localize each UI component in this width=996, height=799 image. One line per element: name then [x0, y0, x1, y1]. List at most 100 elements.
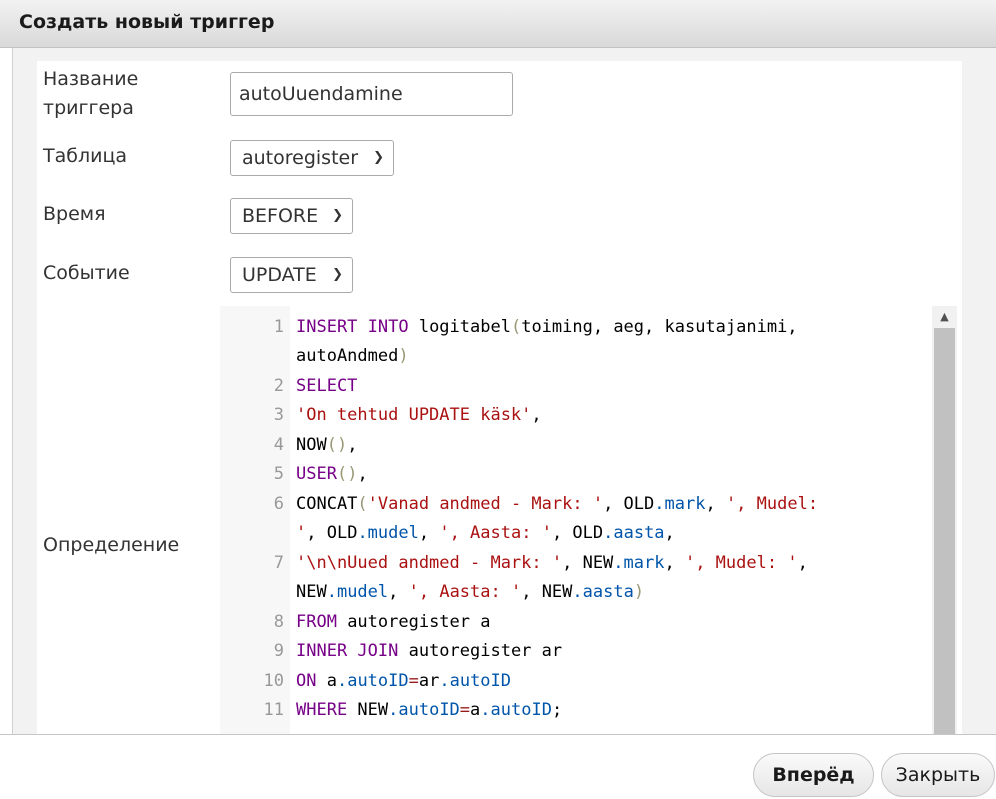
code-text: ,: [705, 494, 726, 514]
code-text: ,: [388, 582, 409, 602]
dialog-titlebar[interactable]: Создать новый триггер: [0, 0, 996, 48]
code-text: autoregister a: [336, 612, 491, 632]
code-text: a: [470, 700, 481, 720]
code-line: ', OLD.mudel, ', Aasta: ', OLD.aasta,: [296, 519, 856, 549]
sql-keyword: WHERE: [296, 700, 348, 720]
chevron-down-icon: ❯: [332, 267, 343, 282]
code-text: ,: [531, 405, 542, 425]
code-line: CONCAT('Vanad andmed - Mark: ', OLD.mark…: [296, 490, 856, 520]
sql-string: ', Aasta: ': [439, 523, 552, 543]
code-line: NOW(),: [296, 431, 856, 461]
sql-keyword: ON: [296, 671, 317, 691]
sql-operator: =: [459, 700, 471, 720]
time-select[interactable]: BEFORE ❯: [230, 198, 353, 234]
code-text: ,: [347, 435, 358, 455]
code-line: NEW.mudel, ', Aasta: ', NEW.aasta): [296, 578, 856, 608]
sql-column: .mudel: [357, 523, 419, 543]
line-number: 6: [273, 494, 284, 514]
definition-code-editor[interactable]: 1 2 3 4 5 6 7 8 9 10 11 INSERT INTO logi…: [220, 306, 957, 734]
sql-operator: =: [408, 671, 419, 691]
close-button[interactable]: Закрыть: [881, 753, 995, 797]
code-bracket: (): [336, 464, 358, 484]
sql-string: ', Mudel: ': [684, 553, 798, 573]
trigger-name-input[interactable]: [230, 72, 513, 116]
code-text: ;: [551, 700, 563, 720]
line-number: 1: [273, 317, 284, 337]
sql-string: ', Aasta: ': [408, 582, 522, 602]
code-line: INSERT INTO logitabel(toiming, aeg, kasu…: [296, 313, 856, 343]
code-text: ,: [664, 553, 685, 573]
sql-column: .aasta: [603, 523, 665, 543]
code-text: ,: [664, 523, 675, 543]
sql-keyword: USER: [296, 464, 337, 484]
code-text: NOW: [296, 435, 327, 455]
code-text: a: [316, 671, 337, 691]
dialog-title: Создать новый триггер: [19, 11, 275, 33]
table-select-value: autoregister: [242, 147, 359, 169]
code-line: INNER JOIN autoregister ar: [296, 637, 856, 667]
code-line: ON a.autoID=ar.autoID: [296, 667, 856, 697]
sql-keyword: SELECT: [296, 376, 358, 396]
sql-column: .mark: [654, 494, 706, 514]
code-bracket: (: [357, 494, 368, 514]
line-number: 3: [273, 405, 284, 425]
sql-column: .autoID: [336, 671, 409, 691]
code-text: ,: [357, 464, 368, 484]
sql-column: .autoID: [388, 700, 460, 720]
code-line: 'On tehtud UPDATE käsk',: [296, 401, 856, 431]
code-text: autoregister ar: [398, 641, 563, 661]
sql-column: .mudel: [326, 582, 389, 602]
code-text: NEW: [296, 582, 327, 602]
sql-string: 'On tehtud UPDATE käsk': [296, 405, 532, 425]
code-text: NEW: [347, 700, 389, 720]
sql-keyword: FROM: [296, 612, 337, 632]
sql-column: .autoID: [439, 671, 512, 691]
code-line: USER(),: [296, 460, 856, 490]
code-text: CONCAT: [296, 494, 358, 514]
forward-button[interactable]: Вперёд: [753, 753, 874, 797]
sql-string: '\n\nUued andmed - Mark: ': [296, 553, 563, 573]
definition-label: Определение: [43, 534, 180, 556]
scroll-up-arrow-icon[interactable]: ▲: [932, 306, 957, 328]
line-number: 7: [273, 553, 284, 573]
line-number: 8: [273, 612, 284, 632]
code-text: toiming, aeg, kasutajanimi,: [521, 317, 798, 337]
sql-string: ', Mudel:: [725, 494, 819, 514]
code-line: '\n\nUued andmed - Mark: ', NEW.mark, ',…: [296, 549, 856, 579]
code-text: logitabel: [408, 317, 511, 337]
code-line: autoAndmed): [296, 342, 856, 372]
code-text: , NEW: [521, 582, 573, 602]
code-bracket: ): [398, 346, 409, 366]
sql-column: .mark: [613, 553, 665, 573]
chevron-down-icon: ❯: [332, 208, 343, 223]
event-select[interactable]: UPDATE ❯: [230, 257, 353, 293]
dialog-content: Название триггера Таблица autoregister ❯…: [12, 48, 996, 734]
code-text: , NEW: [562, 553, 614, 573]
editor-scrollbar[interactable]: ▲: [932, 306, 957, 734]
code-text: , OLD: [603, 494, 655, 514]
line-number: 2: [273, 376, 284, 396]
code-text: , OLD: [306, 523, 358, 543]
code-text: ar: [418, 671, 440, 691]
code-text: ,: [797, 553, 808, 573]
code-line: WHERE NEW.autoID=a.autoID;: [296, 696, 856, 726]
line-number: 9: [273, 641, 284, 661]
sql-column: .autoID: [480, 700, 552, 720]
line-number: 5: [273, 464, 284, 484]
line-number: 10: [263, 671, 284, 691]
line-number-gutter: 1 2 3 4 5 6 7 8 9 10 11: [220, 306, 290, 734]
code-line: SELECT: [296, 372, 856, 402]
code-text: , OLD: [551, 523, 604, 543]
sql-keyword: INSERT INTO: [296, 317, 409, 337]
time-label: Время: [43, 203, 106, 225]
code-text: ,: [418, 523, 440, 543]
code-bracket: (: [510, 317, 522, 337]
sql-keyword: INNER JOIN: [296, 641, 399, 661]
line-number: 4: [273, 435, 284, 455]
table-select[interactable]: autoregister ❯: [230, 140, 394, 176]
scrollbar-thumb[interactable]: [934, 328, 955, 734]
sql-string: ': [296, 523, 307, 543]
code-bracket: (): [326, 435, 348, 455]
code-text: autoAndmed: [296, 346, 399, 366]
code-bracket: ): [633, 582, 645, 602]
